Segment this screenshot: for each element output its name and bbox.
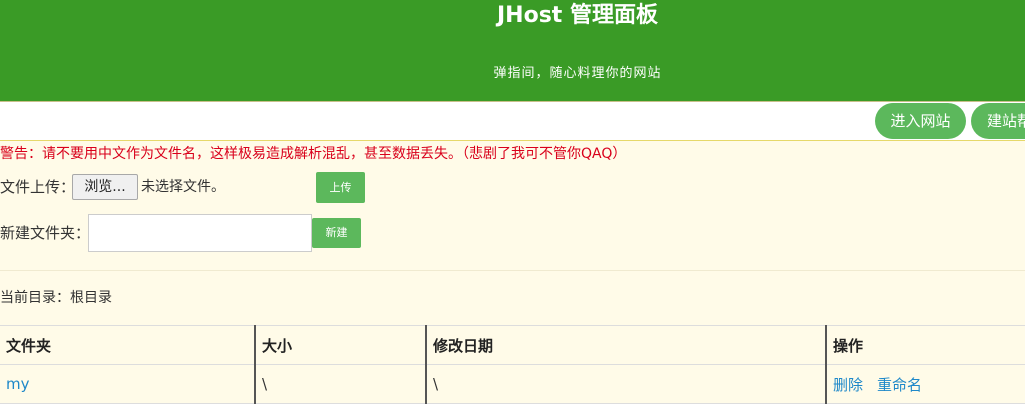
new-folder-label: 新建文件夹： (0, 224, 91, 242)
column-header-folder: 文件夹 (0, 325, 255, 365)
current-directory: 当前目录：根目录 (0, 290, 112, 306)
column-header-actions: 操作 (825, 325, 1025, 365)
actions-cell: 删除 重命名 (825, 364, 1025, 404)
build-site-button[interactable]: 建站帮 (971, 103, 1025, 139)
no-file-text: 未选择文件。 (141, 179, 225, 195)
warning-message: 警告：请不要用中文作为文件名，这样极易造成解析混乱，甚至数据丢失。（悲剧了我可不… (0, 146, 627, 162)
section-divider (0, 270, 1025, 271)
folder-link[interactable]: my (6, 375, 30, 393)
page-title: JHost 管理面板 (497, 3, 658, 28)
create-folder-button[interactable]: 新建 (312, 218, 361, 248)
size-cell: \ (254, 364, 426, 404)
browse-button[interactable]: 浏览... (72, 174, 138, 200)
table-row: my \ \ 删除 重命名 (0, 364, 1025, 404)
modified-cell: \ (425, 364, 826, 404)
table-header-row: 文件夹 大小 修改日期 操作 (0, 325, 1025, 365)
delete-link[interactable]: 删除 (833, 376, 863, 394)
navbar: 进入网站 建站帮 (0, 101, 1025, 141)
enter-site-button[interactable]: 进入网站 (875, 103, 966, 139)
new-folder-input[interactable] (88, 214, 312, 252)
file-table: 文件夹 大小 修改日期 操作 my \ \ 删除 重命名 (0, 325, 1025, 404)
header-banner: JHost 管理面板 弹指间，随心料理你的网站 (0, 0, 1025, 101)
folder-cell: my (0, 364, 255, 404)
column-header-size: 大小 (254, 325, 426, 365)
upload-button[interactable]: 上传 (316, 172, 365, 203)
upload-label: 文件上传： (0, 178, 76, 196)
rename-link[interactable]: 重命名 (877, 376, 922, 394)
column-header-modified: 修改日期 (425, 325, 826, 365)
page-subtitle: 弹指间，随心料理你的网站 (493, 66, 662, 81)
